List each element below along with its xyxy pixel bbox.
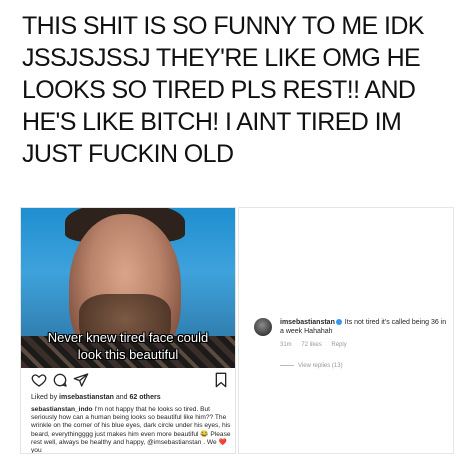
view-replies-label: View replies (13) (298, 363, 343, 369)
liked-count[interactable]: 62 others (129, 394, 160, 401)
reply-likes[interactable]: 72 likes (301, 342, 321, 348)
reply-meta: 31m 72 likes Reply (280, 342, 355, 348)
liked-mid: and (113, 394, 130, 401)
headline-line: HE'S LIKE BITCH! I AINT TIRED IM (22, 108, 402, 136)
photo-caption-line1: Never knew tired face could (47, 330, 209, 345)
headline-text: THIS SHIT IS SO FUNNY TO ME IDK JSSJSJSS… (22, 10, 462, 170)
post-actions (31, 372, 227, 390)
view-replies-link[interactable]: View replies (13) (280, 363, 343, 369)
photo-caption-line2: look this beautiful (77, 347, 179, 362)
bookmark-icon[interactable] (213, 372, 229, 388)
liked-prefix: Liked by (31, 394, 60, 401)
reply-button[interactable]: Reply (331, 342, 346, 348)
reply-comment: imsebastianstan Its not tired it's calle… (280, 318, 450, 336)
comment-username[interactable]: sebastianstan_indo (31, 406, 93, 413)
reply-username[interactable]: imsebastianstan (280, 319, 335, 326)
headline-line: JSSJSJSSJ THEY'RE LIKE OMG HE (22, 44, 421, 72)
liked-user[interactable]: imsebastianstan (59, 394, 114, 401)
comment-text: I'm not happy that he looks so tired. Bu… (31, 406, 231, 454)
headline-line: LOOKS SO TIRED PLS REST!! AND (22, 76, 416, 104)
verified-icon (335, 319, 342, 326)
post-photo: Never knew tired face could look this be… (21, 208, 235, 368)
view-replies-dash (280, 364, 294, 366)
send-icon[interactable] (73, 372, 89, 388)
comment-icon[interactable] (52, 372, 68, 388)
headline-line: THIS SHIT IS SO FUNNY TO ME IDK (22, 12, 424, 40)
avatar[interactable] (254, 318, 272, 336)
heart-icon[interactable] (31, 372, 47, 388)
instagram-post-card: Never knew tired face could look this be… (20, 207, 236, 454)
headline-line: JUST FUCKIN OLD (22, 140, 234, 168)
post-comment: sebastianstan_indo I'm not happy that he… (31, 406, 231, 454)
liked-by-text: Liked by imsebastianstan and 62 others (31, 394, 161, 401)
reply-time: 31m (280, 342, 292, 348)
